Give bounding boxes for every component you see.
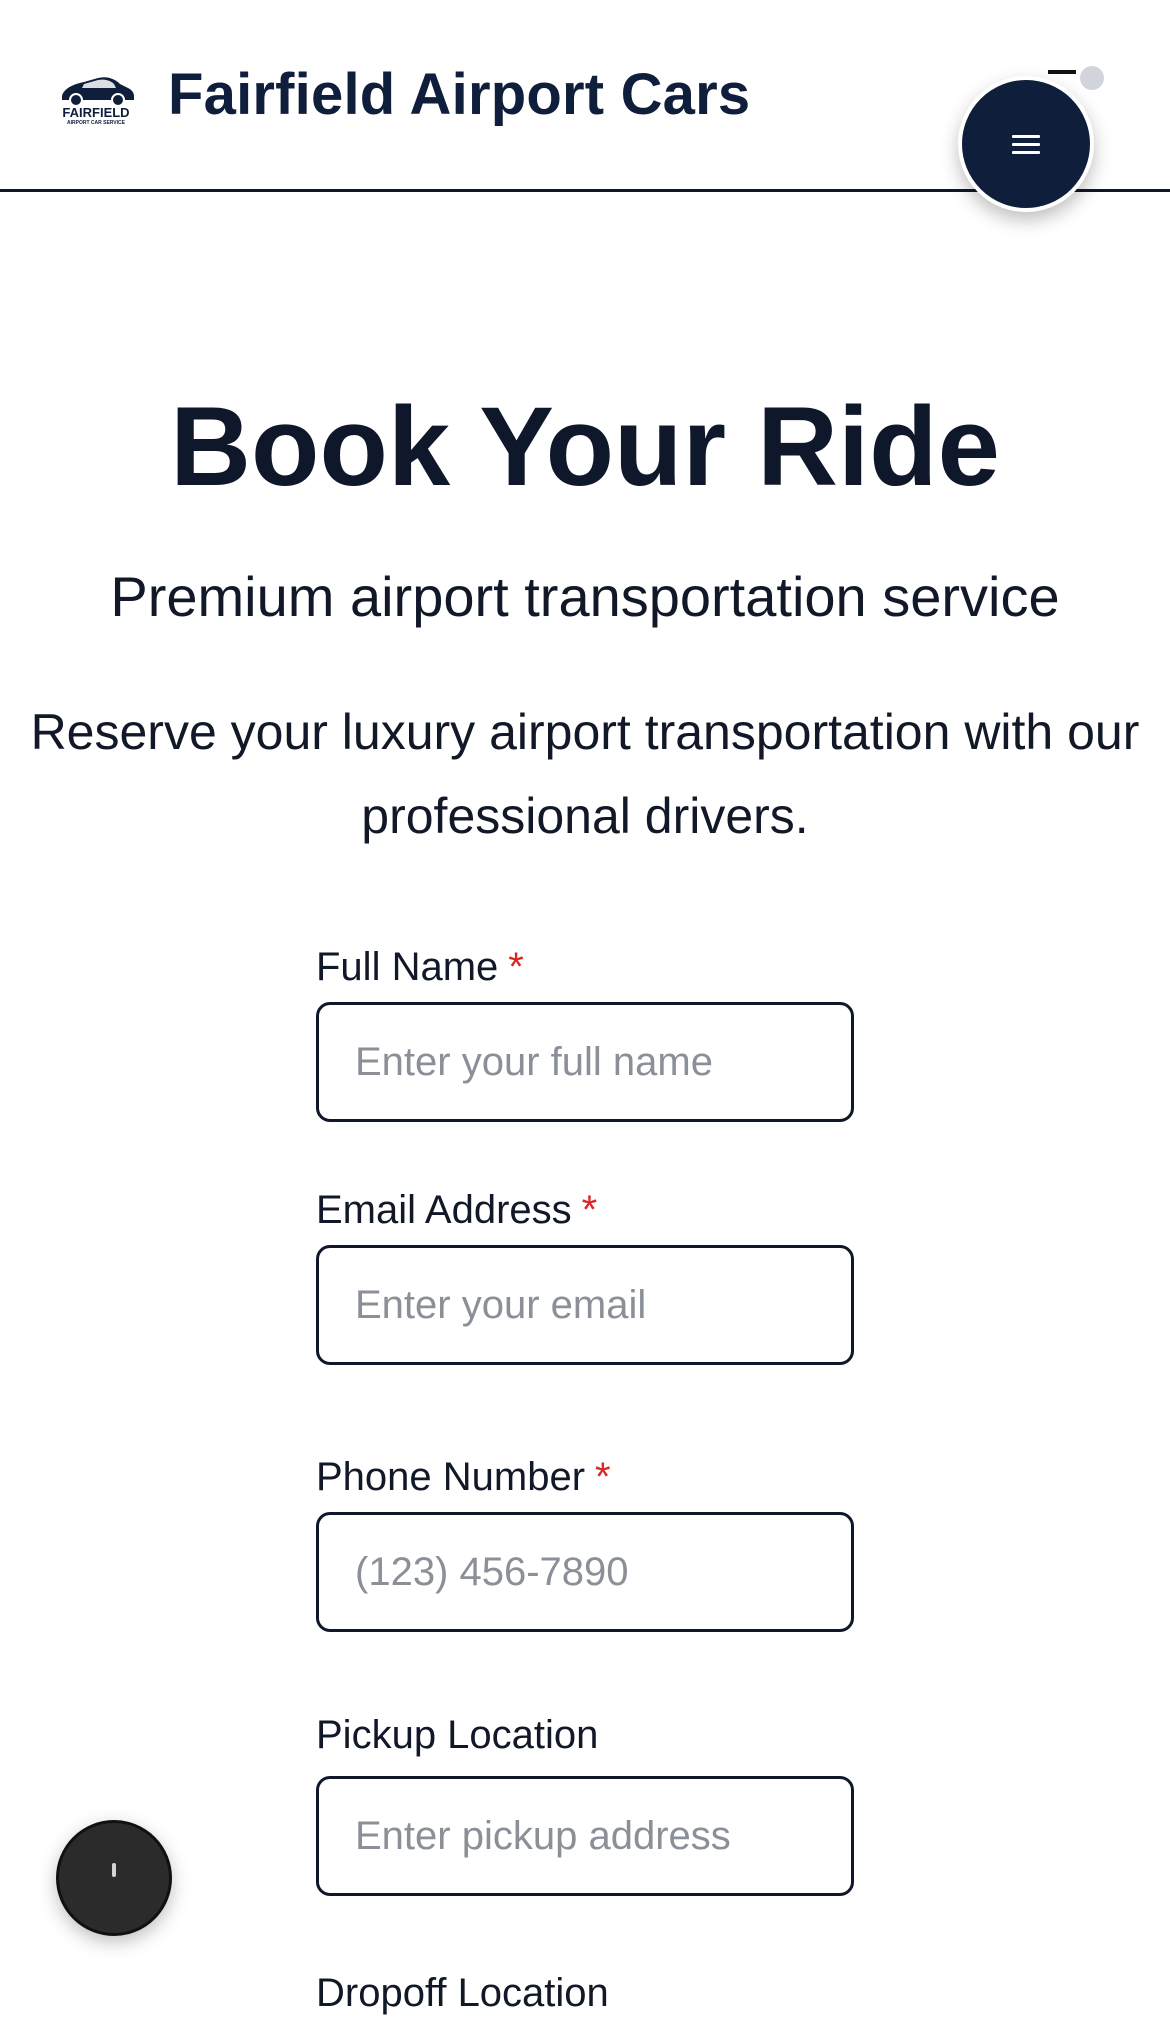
dropoff-label: Dropoff Location [316, 1968, 609, 2018]
email-label: Email Address * [316, 1185, 597, 1235]
car-icon: FAIRFIELD AIRPORT CAR SERVICE [62, 77, 134, 126]
page-description: Reserve your luxury airport transportati… [30, 704, 1140, 844]
required-indicator: * [508, 945, 524, 989]
logo-subtext: AIRPORT CAR SERVICE [67, 120, 126, 126]
brand-logo[interactable]: FAIRFIELD AIRPORT CAR SERVICE [54, 66, 138, 126]
pickup-label-text: Pickup Location [316, 1713, 599, 1757]
menu-icon [1012, 130, 1040, 159]
floating-action-button[interactable] [56, 1820, 172, 1936]
notification-dot [1080, 66, 1104, 90]
dropoff-label-text: Dropoff Location [316, 1971, 609, 2015]
page-subtitle: Premium airport transportation service [110, 565, 1060, 628]
menu-button[interactable] [958, 76, 1094, 212]
page-title: Book Your Ride [170, 384, 1000, 509]
full-name-label: Full Name * [316, 942, 524, 992]
phone-input[interactable] [316, 1512, 854, 1632]
full-name-label-text: Full Name [316, 945, 499, 989]
scroll-indicator-icon [112, 1863, 116, 1877]
brand-name[interactable]: Fairfield Airport Cars [168, 60, 750, 130]
email-label-text: Email Address [316, 1188, 572, 1232]
phone-label: Phone Number * [316, 1452, 611, 1502]
pickup-label: Pickup Location [316, 1710, 598, 1760]
pickup-input[interactable] [316, 1776, 854, 1896]
logo-text: FAIRFIELD [62, 105, 129, 120]
full-name-input[interactable] [316, 1002, 854, 1122]
email-input[interactable] [316, 1245, 854, 1365]
required-indicator: * [595, 1455, 611, 1499]
required-indicator: * [581, 1188, 598, 1232]
phone-label-text: Phone Number [316, 1455, 586, 1499]
